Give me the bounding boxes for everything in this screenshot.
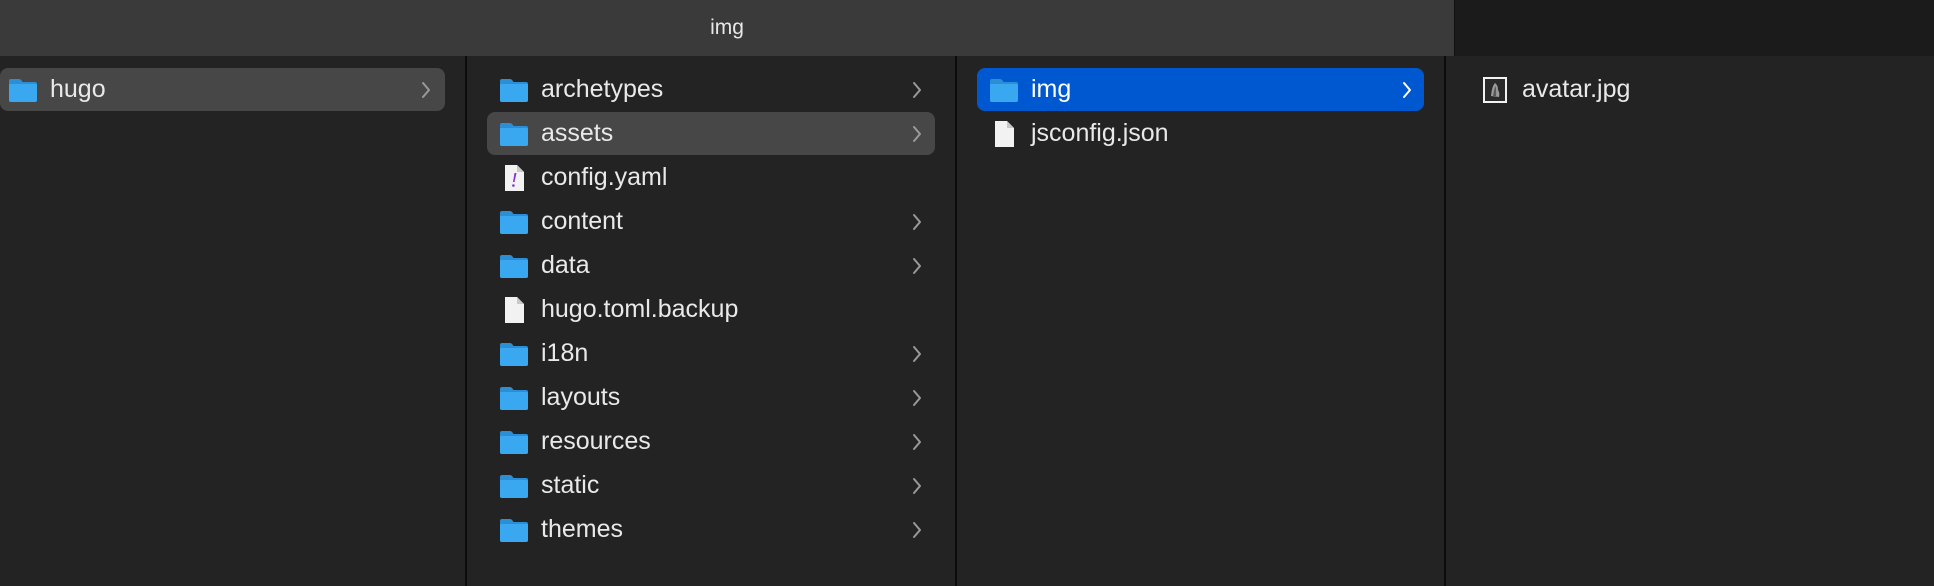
chevron-right-icon [1401,81,1413,99]
folder-row-archetypes[interactable]: archetypes [487,68,935,111]
folder-row-assets[interactable]: assets [487,112,935,155]
tab-title: img [710,16,744,39]
folder-row-content[interactable]: content [487,200,935,243]
folder-row-i18n[interactable]: i18n [487,332,935,375]
tab-img[interactable]: img [0,0,1455,56]
document-icon [989,120,1019,148]
folder-row-themes[interactable]: themes [487,508,935,551]
chevron-right-icon [911,477,923,495]
item-label: i18n [541,339,589,367]
document-icon [499,296,529,324]
file-row-jsconfig-json[interactable]: jsconfig.json [977,112,1424,155]
item-label: archetypes [541,75,664,103]
column-4[interactable]: avatar.jpg [1446,56,1934,586]
folder-icon [8,76,38,104]
item-label: config.yaml [541,163,668,191]
yaml-file-icon [499,164,529,192]
folder-row-static[interactable]: static [487,464,935,507]
item-label: themes [541,515,623,543]
folder-icon [499,252,529,280]
item-label: data [541,251,590,279]
chevron-right-icon [911,125,923,143]
item-label: avatar.jpg [1522,75,1631,103]
chevron-right-icon [420,81,432,99]
folder-icon [499,472,529,500]
folder-icon [499,340,529,368]
folder-icon [499,384,529,412]
folder-row-hugo[interactable]: hugo [0,68,445,111]
tab-bar: img [0,0,1934,56]
chevron-right-icon [911,345,923,363]
folder-icon [499,120,529,148]
file-row-hugo-toml-backup[interactable]: hugo.toml.backup [487,288,935,331]
folder-row-img[interactable]: img [977,68,1424,111]
folder-row-data[interactable]: data [487,244,935,287]
folder-row-resources[interactable]: resources [487,420,935,463]
folder-icon [499,76,529,104]
item-label: img [1031,75,1072,103]
item-label: assets [541,119,614,147]
chevron-right-icon [911,213,923,231]
folder-row-layouts[interactable]: layouts [487,376,935,419]
chevron-right-icon [911,389,923,407]
folder-icon [499,516,529,544]
chevron-right-icon [911,521,923,539]
folder-icon [989,76,1019,104]
folder-icon [499,208,529,236]
column-1[interactable]: hugo [0,56,465,586]
chevron-right-icon [911,81,923,99]
folder-icon [499,428,529,456]
chevron-right-icon [911,257,923,275]
item-label: hugo.toml.backup [541,295,739,323]
item-label: static [541,471,600,499]
item-label: resources [541,427,651,455]
column-2[interactable]: archetypes assets config.yaml content da… [467,56,955,586]
image-file-icon [1480,76,1510,104]
item-label: hugo [50,75,106,103]
finder-window: img hugo archetypes assets config.yaml c… [0,0,1934,586]
file-row-avatar-jpg[interactable]: avatar.jpg [1468,68,1908,111]
file-row-config-yaml[interactable]: config.yaml [487,156,935,199]
tab-bar-empty-area [1455,0,1934,56]
item-label: jsconfig.json [1031,119,1169,147]
chevron-right-icon [911,433,923,451]
item-label: content [541,207,624,235]
column-3[interactable]: img jsconfig.json [957,56,1444,586]
item-label: layouts [541,383,621,411]
column-browser: hugo archetypes assets config.yaml conte… [0,56,1934,586]
